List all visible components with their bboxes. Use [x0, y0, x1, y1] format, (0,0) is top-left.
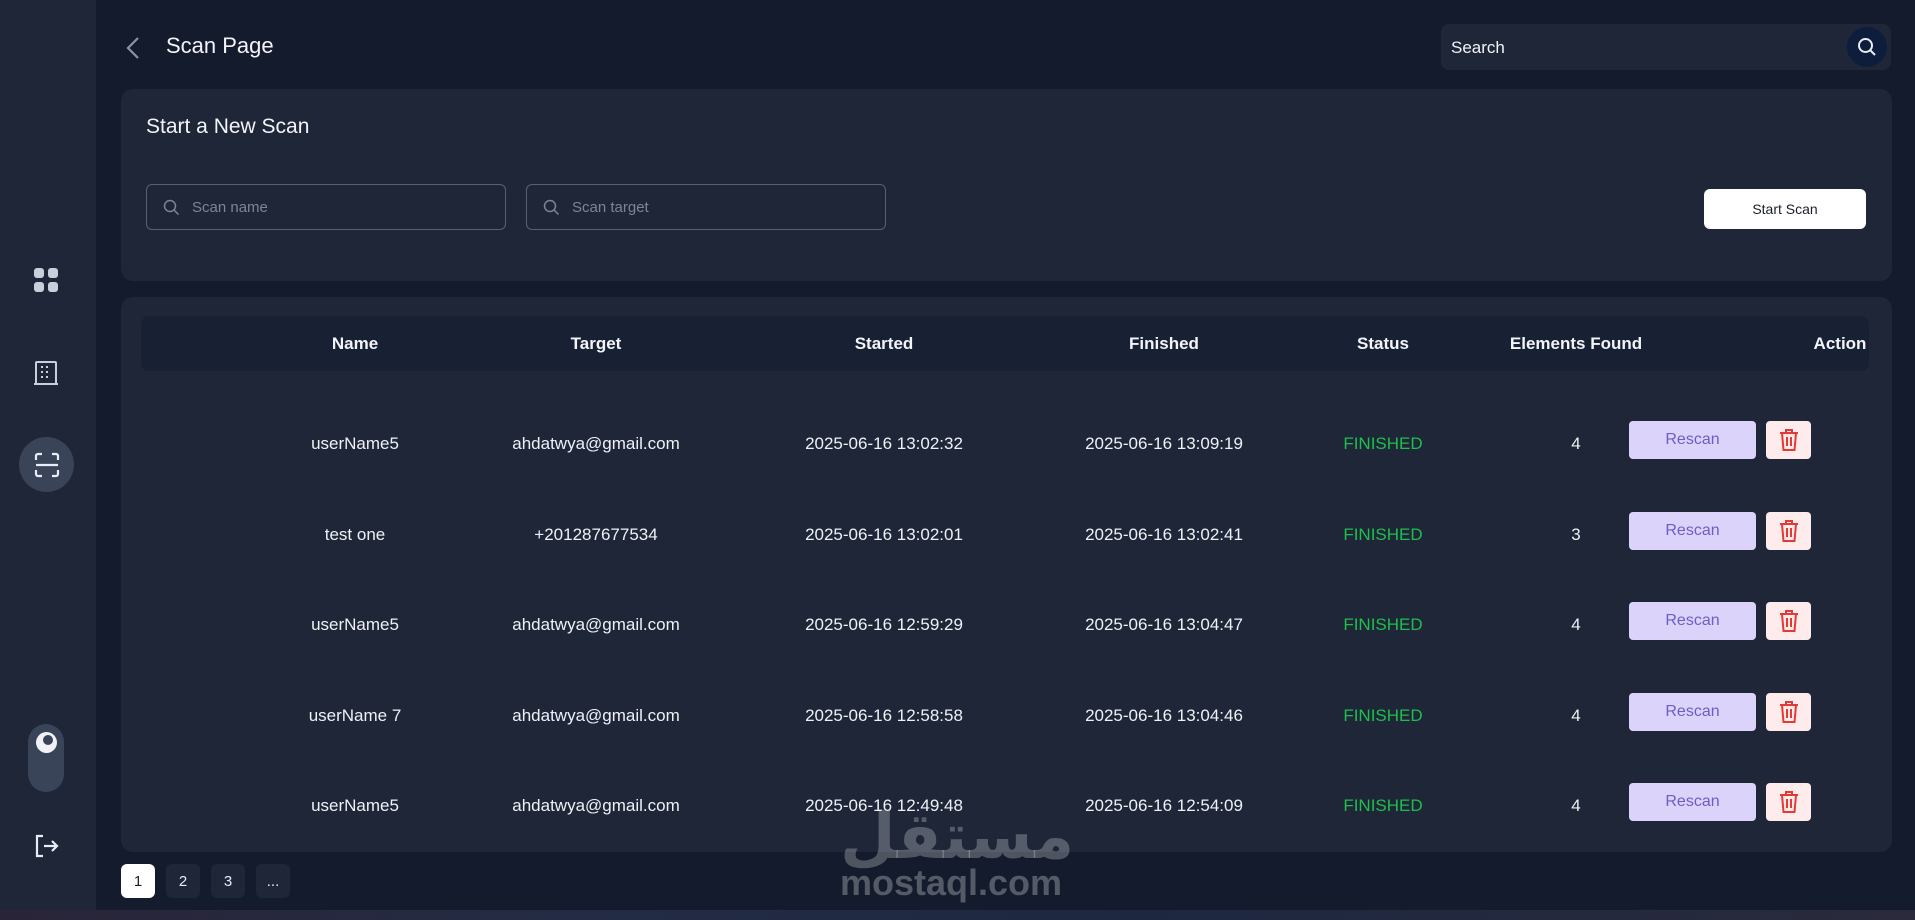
cell-started: 2025-06-16 13:02:01	[805, 525, 963, 544]
column-header: Name	[331, 334, 379, 353]
page-title: Scan Page	[166, 33, 274, 58]
scan-icon[interactable]	[19, 437, 74, 492]
table-header: Name Target Started Finished Status Elem…	[141, 316, 1869, 371]
cell-started: 2025-06-16 12:58:58	[805, 706, 963, 725]
cell-finished: 2025-06-16 13:02:41	[1085, 525, 1243, 544]
cell-finished: 2025-06-16 13:04:47	[1085, 615, 1243, 634]
column-header: Target	[570, 334, 622, 353]
delete-button[interactable]	[1766, 602, 1811, 640]
status-badge: FINISHED	[1343, 796, 1423, 815]
scan-name-input[interactable]	[192, 198, 492, 216]
sidebar	[0, 0, 96, 910]
cell-target: +201287677534	[534, 525, 658, 544]
scan-target-field[interactable]	[526, 184, 886, 230]
delete-button[interactable]	[1766, 693, 1811, 731]
rescan-button[interactable]: Rescan	[1629, 512, 1756, 550]
scan-target-input[interactable]	[572, 198, 872, 216]
scan-table: Name Target Started Finished Status Elem…	[121, 297, 1892, 852]
chevron-left-icon	[126, 37, 139, 59]
delete-button[interactable]	[1766, 783, 1811, 821]
cell-target: ahdatwya@gmail.com	[512, 434, 680, 453]
column-header: Started	[854, 334, 914, 353]
rescan-button[interactable]: Rescan	[1629, 421, 1756, 459]
search-icon	[163, 199, 180, 215]
delete-button[interactable]	[1766, 512, 1811, 550]
page-button-1[interactable]: 1	[121, 864, 155, 898]
status-badge: FINISHED	[1343, 434, 1423, 453]
cell-finished: 2025-06-16 13:09:19	[1085, 434, 1243, 453]
search-input[interactable]: Search	[1451, 38, 1505, 58]
trash-icon	[1779, 701, 1798, 723]
pagination: 1 2 3 ...	[121, 864, 290, 898]
search-button[interactable]	[1847, 27, 1887, 67]
taskbar-strip	[0, 910, 1915, 920]
building-icon[interactable]	[28, 355, 64, 391]
rescan-button[interactable]: Rescan	[1629, 602, 1756, 640]
search-bar[interactable]: Search	[1441, 24, 1891, 70]
column-header: Action	[1813, 334, 1867, 353]
delete-button[interactable]	[1766, 421, 1811, 459]
column-header: Finished	[1129, 334, 1199, 353]
rescan-button[interactable]: Rescan	[1629, 783, 1756, 821]
status-badge: FINISHED	[1343, 706, 1423, 725]
scan-name-field[interactable]	[146, 184, 506, 230]
table-row: userName5 ahdatwya@gmail.com 2025-06-16 …	[121, 595, 1892, 655]
cell-started: 2025-06-16 13:02:32	[805, 434, 963, 453]
cell-elements: 4	[1571, 615, 1581, 634]
column-header: Status	[1357, 334, 1409, 353]
cell-name: test one	[324, 525, 386, 544]
page-button-more[interactable]: ...	[256, 864, 290, 898]
watermark-text: mostaql.com	[840, 862, 1063, 903]
new-scan-title: Start a New Scan	[146, 115, 310, 138]
page-button-2[interactable]: 2	[166, 864, 200, 898]
cell-target: ahdatwya@gmail.com	[512, 706, 680, 725]
cell-target: ahdatwya@gmail.com	[512, 615, 680, 634]
table-row: userName 7 ahdatwya@gmail.com 2025-06-16…	[121, 686, 1892, 746]
page-button-3[interactable]: 3	[211, 864, 245, 898]
trash-icon	[1779, 520, 1798, 542]
cell-name: userName5	[311, 615, 399, 634]
back-button[interactable]	[122, 34, 144, 62]
cell-name: userName5	[311, 434, 399, 453]
cell-elements: 4	[1571, 706, 1581, 725]
cell-finished: 2025-06-16 12:54:09	[1085, 796, 1243, 815]
cell-name: userName 7	[308, 706, 402, 725]
dashboard-icon[interactable]	[28, 262, 64, 298]
cell-elements: 3	[1571, 525, 1581, 544]
trash-icon	[1779, 429, 1798, 451]
table-row: userName5 ahdatwya@gmail.com 2025-06-16 …	[121, 414, 1892, 474]
column-header: Elements Found	[1509, 334, 1643, 353]
cell-elements: 4	[1571, 434, 1581, 453]
search-icon	[1858, 38, 1876, 56]
table-row: test one +201287677534 2025-06-16 13:02:…	[121, 505, 1892, 565]
new-scan-card: Start a New Scan Start Scan	[121, 89, 1892, 281]
theme-toggle[interactable]	[28, 724, 64, 792]
trash-icon	[1779, 610, 1798, 632]
search-icon	[543, 199, 560, 215]
status-badge: FINISHED	[1343, 525, 1423, 544]
trash-icon	[1779, 791, 1798, 813]
cell-target: ahdatwya@gmail.com	[512, 796, 680, 815]
cell-finished: 2025-06-16 13:04:46	[1085, 706, 1243, 725]
cell-started: 2025-06-16 12:59:29	[805, 615, 963, 634]
cell-name: userName5	[311, 796, 399, 815]
start-scan-button[interactable]: Start Scan	[1704, 189, 1866, 229]
status-badge: FINISHED	[1343, 615, 1423, 634]
rescan-button[interactable]: Rescan	[1629, 693, 1756, 731]
logout-icon[interactable]	[28, 828, 64, 864]
cell-elements: 4	[1571, 796, 1581, 815]
moon-icon	[36, 732, 57, 753]
